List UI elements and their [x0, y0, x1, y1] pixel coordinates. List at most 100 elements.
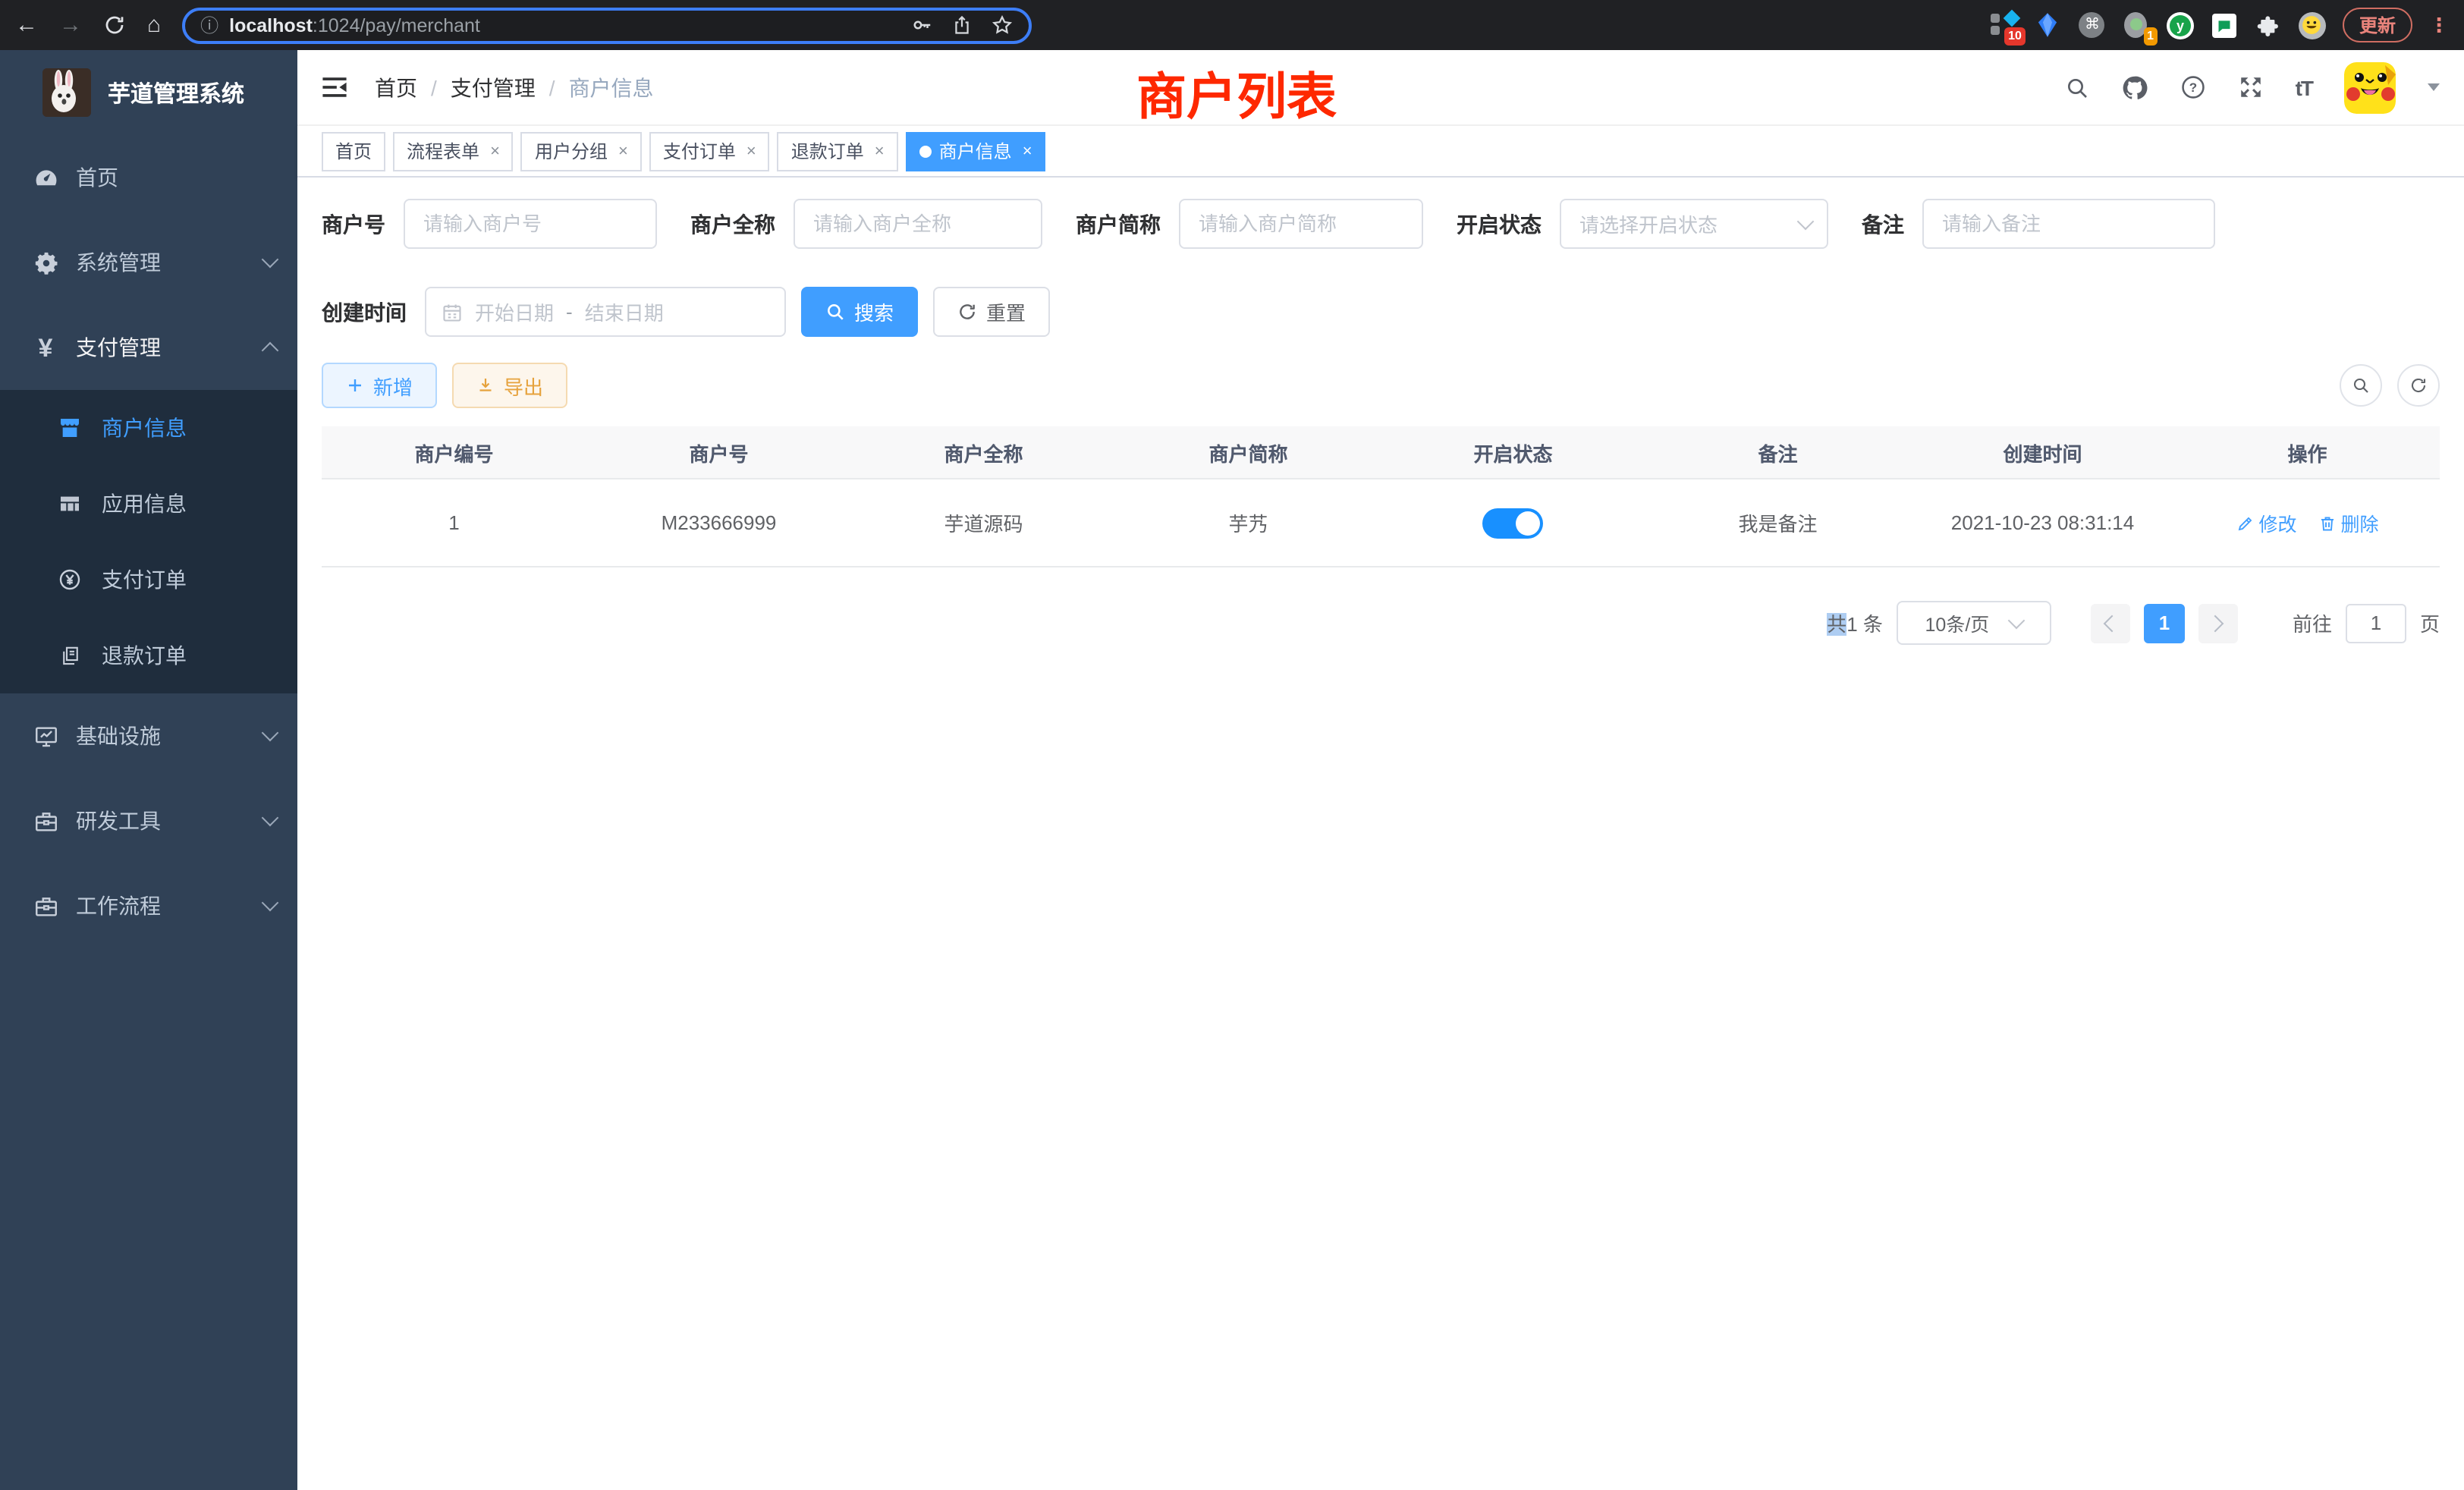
start-date-placeholder: 开始日期 [475, 297, 554, 326]
create-time-range-picker[interactable]: 开始日期 - 结束日期 [425, 287, 786, 337]
add-button[interactable]: 新增 [322, 363, 437, 408]
extension-tiles-icon[interactable]: 10 [1991, 11, 2018, 39]
status-select-placeholder: 请选择开启状态 [1579, 209, 1799, 238]
bookmark-star-icon[interactable] [991, 14, 1014, 36]
chevron-left-icon [2104, 615, 2122, 632]
status-toggle[interactable] [1483, 508, 1544, 538]
sidebar-item-merchant-info[interactable]: 商户信息 [0, 390, 297, 466]
tab-pay-order[interactable]: 支付订单 × [649, 131, 770, 171]
cell-short-name: 芋艿 [1116, 479, 1381, 566]
search-icon [825, 302, 845, 322]
svg-text:?: ? [2189, 80, 2196, 95]
total-suffix: 条 [1863, 613, 1883, 636]
sidebar-item-infrastructure[interactable]: 基础设施 [0, 693, 297, 778]
toolbox-icon [32, 808, 59, 834]
tab-label: 首页 [335, 138, 372, 164]
sidebar-fold-icon[interactable] [322, 76, 347, 99]
edit-link[interactable]: 修改 [2236, 508, 2296, 537]
help-icon[interactable]: ? [2180, 74, 2206, 100]
sidebar-item-label: 基础设施 [76, 721, 161, 751]
edit-label: 修改 [2258, 508, 2296, 537]
status-select[interactable]: 请选择开启状态 [1560, 199, 1828, 249]
chevron-down-icon [262, 894, 279, 912]
navbar-actions: ? tT [2065, 61, 2440, 113]
refresh-table-button[interactable] [2397, 364, 2440, 407]
full-name-input[interactable] [794, 199, 1042, 249]
password-key-icon[interactable] [910, 14, 933, 36]
browser-menu-icon[interactable]: ⋮ [2429, 13, 2449, 37]
github-icon[interactable] [2121, 74, 2148, 101]
tab-process-form[interactable]: 流程表单 × [393, 131, 514, 171]
sidebar-item-workflow[interactable]: 工作流程 [0, 863, 297, 948]
fullscreen-icon[interactable] [2238, 74, 2264, 100]
merchant-no-input[interactable] [404, 199, 657, 249]
export-button[interactable]: 导出 [452, 363, 567, 408]
extension-chat-icon[interactable] [2211, 11, 2238, 39]
extension-gem-icon[interactable] [2035, 11, 2062, 39]
cell-actions: 修改 删除 [2175, 479, 2440, 566]
sidebar-item-refund-order[interactable]: 退款订单 [0, 618, 297, 693]
next-page-button[interactable] [2198, 603, 2238, 643]
tab-refund-order[interactable]: 退款订单 × [778, 131, 898, 171]
create-time-label: 创建时间 [322, 297, 425, 327]
delete-link[interactable]: 删除 [2318, 508, 2379, 537]
toggle-search-button[interactable] [2340, 364, 2382, 407]
site-info-icon[interactable]: ⓘ [200, 12, 218, 38]
short-name-input[interactable] [1179, 199, 1423, 249]
trash-icon [2318, 514, 2337, 532]
tab-home[interactable]: 首页 [322, 131, 385, 171]
remark-input[interactable] [1922, 199, 2215, 249]
address-bar[interactable]: ⓘ localhost:1024/pay/merchant [182, 7, 1032, 43]
browser-update-button[interactable]: 更新 [2343, 8, 2412, 42]
sidebar-item-label: 工作流程 [76, 891, 161, 921]
goto-label: 前往 [2293, 608, 2332, 637]
page-size-select[interactable]: 10条/页 [1897, 601, 2051, 645]
tab-close-icon[interactable]: × [1023, 142, 1032, 160]
sidebar-item-app-info[interactable]: 应用信息 [0, 466, 297, 542]
plus-icon [346, 376, 364, 395]
browser-profile-avatar[interactable] [2299, 11, 2326, 39]
refresh-icon[interactable] [103, 14, 126, 36]
back-icon[interactable]: ← [15, 14, 38, 36]
download-icon [476, 376, 495, 395]
tab-merchant-info[interactable]: 商户信息 × [906, 131, 1046, 171]
user-avatar[interactable] [2344, 61, 2396, 113]
breadcrumb-payment[interactable]: 支付管理 [451, 72, 536, 102]
extension-blob-icon[interactable]: 1 [2123, 11, 2150, 39]
reset-button[interactable]: 重置 [933, 287, 1050, 337]
tab-close-icon[interactable]: × [875, 142, 885, 160]
extension-y-icon[interactable]: y [2167, 11, 2194, 39]
table-header: 商户编号 商户号 商户全称 商户简称 开启状态 备注 创建时间 操作 [322, 426, 2440, 479]
tab-user-group[interactable]: 用户分组 × [521, 131, 642, 171]
forward-icon[interactable]: → [59, 14, 82, 36]
sidebar-item-pay-order[interactable]: 支付订单 [0, 542, 297, 618]
search-button[interactable]: 搜索 [801, 287, 918, 337]
header-search-icon[interactable] [2065, 75, 2089, 99]
sidebar-item-devtools[interactable]: 研发工具 [0, 778, 297, 863]
total-prefix: 共 [1827, 613, 1846, 636]
range-separator: - [566, 300, 573, 323]
extension-badge: 10 [2004, 27, 2026, 45]
sidebar-item-system[interactable]: 系统管理 [0, 220, 297, 305]
prev-page-button[interactable] [2091, 603, 2130, 643]
extension-command-icon[interactable]: ⌘ [2079, 11, 2106, 39]
current-page-button[interactable]: 1 [2144, 603, 2185, 643]
extensions-puzzle-icon[interactable] [2255, 11, 2282, 39]
avatar-dropdown-caret-icon[interactable] [2428, 83, 2440, 91]
sidebar-item-label: 商户信息 [102, 413, 187, 443]
tab-close-icon[interactable]: × [746, 142, 756, 160]
breadcrumb-home[interactable]: 首页 [375, 72, 417, 102]
sidebar-item-home[interactable]: 首页 [0, 135, 297, 220]
col-full-name: 商户全称 [851, 426, 1116, 478]
sidebar-item-label: 退款订单 [102, 640, 187, 671]
home-icon[interactable]: ⌂ [147, 14, 161, 36]
goto-page-input[interactable] [2346, 603, 2406, 643]
app-logo[interactable]: 芋道管理系统 [0, 50, 297, 135]
col-actions: 操作 [2175, 426, 2440, 478]
font-size-icon[interactable]: tT [2296, 75, 2312, 99]
tab-close-icon[interactable]: × [490, 142, 500, 160]
sidebar-item-label: 支付订单 [102, 564, 187, 595]
tab-close-icon[interactable]: × [618, 142, 628, 160]
share-icon[interactable] [951, 14, 973, 36]
sidebar-item-payment[interactable]: ¥ 支付管理 [0, 305, 297, 390]
